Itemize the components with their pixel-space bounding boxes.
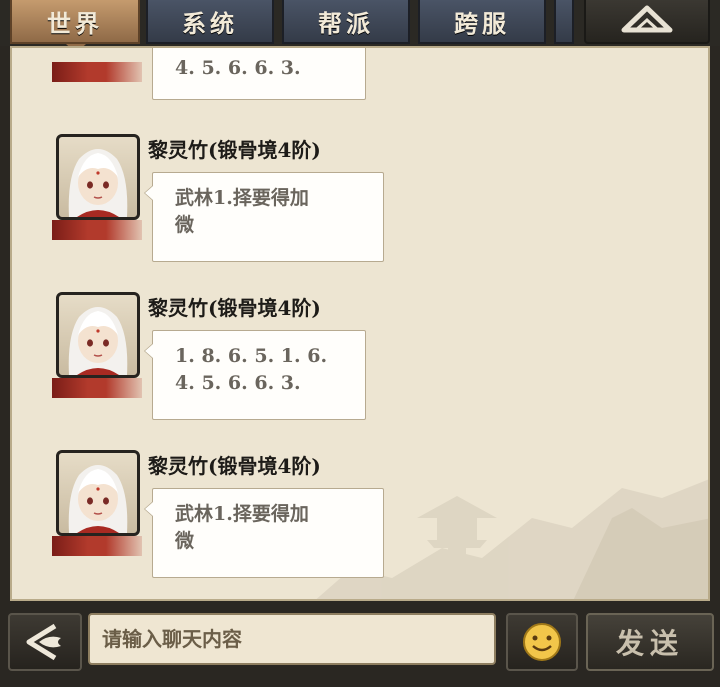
message-line: 微: [175, 214, 195, 236]
message-line: 4. 5. 6. 6. 3.: [175, 57, 301, 79]
avatar-portrait: [56, 292, 140, 378]
sender-name[interactable]: 黎灵竹(锻骨境4阶): [148, 134, 321, 163]
message-line: 武林1.择要得加: [175, 187, 309, 209]
avatar-portrait: [56, 450, 140, 536]
tab-bar: 世界 系统 帮派 跨服: [0, 0, 720, 53]
back-button[interactable]: [8, 613, 82, 671]
send-button[interactable]: 发送: [586, 613, 714, 671]
sender-name[interactable]: 黎灵竹(锻骨境4阶): [148, 292, 321, 321]
message-bubble: 4. 5. 6. 6. 3.: [152, 48, 366, 100]
avatar[interactable]: [52, 48, 144, 86]
tab-label: 帮派: [318, 8, 374, 38]
tab-label: 系统: [182, 8, 238, 38]
title-badge: [52, 378, 142, 398]
message-line: 1. 8. 6. 5. 1. 6.: [175, 345, 328, 367]
sender-name[interactable]: 黎灵竹(锻骨境4阶): [148, 450, 321, 479]
collapse-button[interactable]: [584, 0, 710, 44]
tab-more-partial[interactable]: [554, 0, 574, 44]
message-bubble: 武林1.择要得加 微: [144, 488, 384, 578]
tab-system[interactable]: 系统: [146, 0, 274, 44]
avatar[interactable]: [52, 292, 144, 402]
avatar[interactable]: [52, 450, 144, 560]
tab-label: 世界: [47, 8, 103, 38]
chat-input[interactable]: [88, 613, 496, 665]
message-line: 4. 5. 6. 6. 3.: [175, 372, 301, 394]
tab-cross-server[interactable]: 跨服: [418, 0, 546, 44]
avatar-portrait: [56, 134, 140, 220]
chat-panel[interactable]: 4. 5. 6. 6. 3. 黎灵竹(锻骨境4阶) 武林1.择要得加 微 黎灵竹…: [10, 46, 710, 601]
title-badge: [52, 220, 142, 240]
emoji-button[interactable]: [506, 613, 578, 671]
title-badge: [52, 536, 142, 556]
chevron-up-icon: [621, 5, 673, 33]
smiley-icon: [523, 623, 561, 661]
input-bar: 发送: [0, 601, 720, 687]
message-bubble: 武林1.择要得加 微: [144, 172, 384, 262]
tab-guild[interactable]: 帮派: [282, 0, 410, 44]
message-bubble: 1. 8. 6. 5. 1. 6. 4. 5. 6. 6. 3.: [144, 330, 366, 420]
tab-world[interactable]: 世界: [10, 0, 140, 44]
message-line: 微: [175, 530, 195, 552]
title-badge: [52, 62, 142, 82]
message-line: 武林1.择要得加: [175, 503, 309, 525]
back-arrow-icon: [26, 623, 61, 661]
tab-label: 跨服: [454, 8, 510, 38]
avatar[interactable]: [52, 134, 144, 244]
